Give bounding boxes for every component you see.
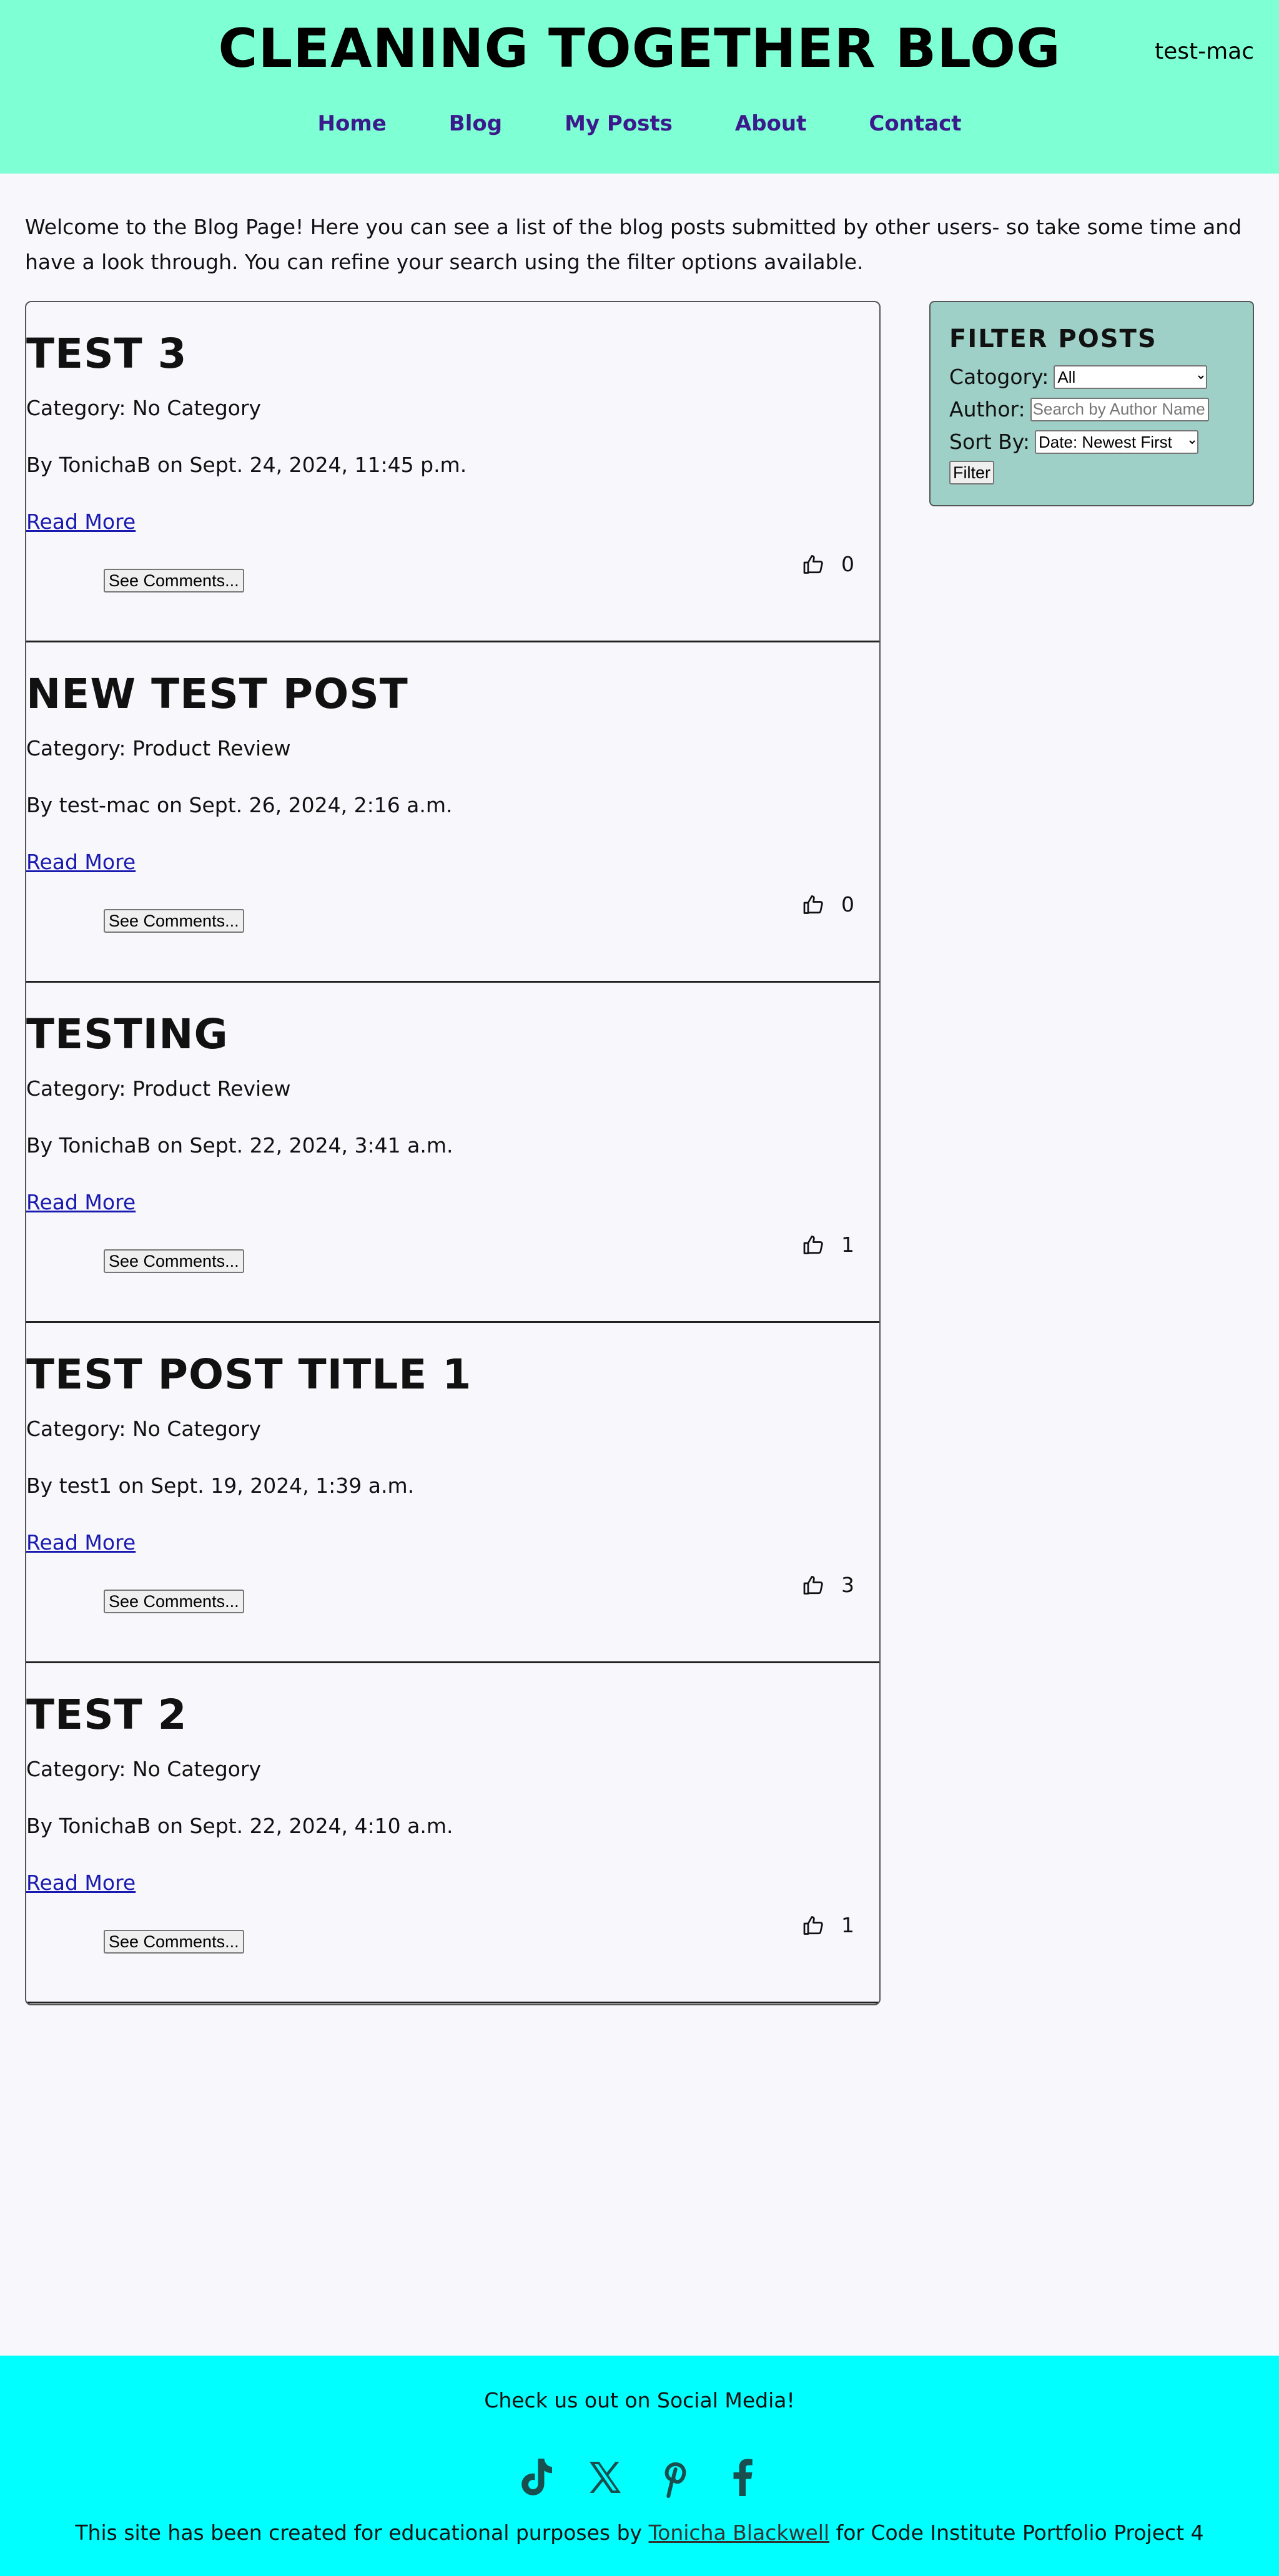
thumbs-up-icon[interactable] xyxy=(802,553,825,576)
intro-text: Welcome to the Blog Page! Here you can s… xyxy=(25,215,1242,274)
read-more-link[interactable]: Read More xyxy=(26,1530,136,1555)
category-label: Catogory: xyxy=(949,365,1049,389)
thumbs-up-icon[interactable] xyxy=(802,1574,825,1596)
post-title: TESTING xyxy=(26,1010,229,1058)
post-byline: By test1 on Sept. 19, 2024, 1:39 a.m. xyxy=(26,1473,415,1498)
site-header: CLEANING TOGETHER BLOG test-mac Home Blo… xyxy=(0,0,1279,174)
read-more-link[interactable]: Read More xyxy=(26,1871,136,1895)
post-card: TEST POST TITLE 1 Category: No Category … xyxy=(26,1323,879,1663)
filter-category-row: Catogory: All xyxy=(949,365,1208,389)
main-nav: Home Blog My Posts About Contact xyxy=(0,111,1279,136)
read-more-link[interactable]: Read More xyxy=(26,850,136,874)
credit-text-after: for Code Institute Portfolio Project 4 xyxy=(829,2520,1204,2545)
footer-credit: This site has been created for education… xyxy=(0,2520,1279,2545)
post-byline: By test-mac on Sept. 26, 2024, 2:16 a.m. xyxy=(26,793,453,817)
like-count: 3 xyxy=(841,1573,854,1597)
facebook-icon[interactable] xyxy=(724,2456,761,2499)
x-icon[interactable] xyxy=(586,2456,624,2499)
nav-my-posts[interactable]: My Posts xyxy=(565,111,673,136)
like-control[interactable]: 0 xyxy=(802,892,854,917)
credit-text-before: This site has been created for education… xyxy=(75,2520,649,2545)
thumbs-up-icon[interactable] xyxy=(802,1234,825,1256)
author-search-input[interactable] xyxy=(1030,397,1209,421)
post-byline: By TonichaB on Sept. 24, 2024, 11:45 p.m… xyxy=(26,453,467,477)
category-select[interactable]: All xyxy=(1054,365,1208,389)
see-comments-button[interactable]: See Comments... xyxy=(104,1249,244,1273)
like-control[interactable]: 1 xyxy=(802,1913,854,1937)
filter-button[interactable]: Filter xyxy=(949,461,994,484)
see-comments-button[interactable]: See Comments... xyxy=(104,1590,244,1613)
post-category: Category: No Category xyxy=(26,1417,262,1441)
like-control[interactable]: 3 xyxy=(802,1573,854,1597)
filter-title: FILTER POSTS xyxy=(949,325,1157,353)
nav-home[interactable]: Home xyxy=(317,111,386,136)
site-title: CLEANING TOGETHER BLOG xyxy=(218,17,1061,80)
sort-select[interactable]: Date: Newest First xyxy=(1035,430,1199,454)
post-title: TEST POST TITLE 1 xyxy=(26,1350,472,1399)
post-title: TEST 2 xyxy=(26,1691,187,1739)
nav-about[interactable]: About xyxy=(735,111,806,136)
site-footer: Check us out on Social Media! This site … xyxy=(0,2356,1279,2576)
post-card: TEST 3 Category: No Category By TonichaB… xyxy=(26,302,879,642)
tiktok-icon[interactable] xyxy=(518,2456,555,2499)
like-count: 0 xyxy=(841,892,854,917)
like-control[interactable]: 1 xyxy=(802,1232,854,1257)
post-byline: By TonichaB on Sept. 22, 2024, 4:10 a.m. xyxy=(26,1814,453,1838)
see-comments-button[interactable]: See Comments... xyxy=(104,909,244,933)
post-card: NEW TEST POST Category: Product Review B… xyxy=(26,642,879,983)
filter-sort-row: Sort By: Date: Newest First xyxy=(949,430,1199,454)
see-comments-button[interactable]: See Comments... xyxy=(104,569,244,592)
like-count: 1 xyxy=(841,1232,854,1257)
nav-blog[interactable]: Blog xyxy=(449,111,502,136)
post-list: TEST 3 Category: No Category By TonichaB… xyxy=(25,301,881,2005)
post-category: Category: Product Review xyxy=(26,1076,291,1101)
nav-contact[interactable]: Contact xyxy=(869,111,961,136)
post-category: Category: No Category xyxy=(26,396,262,420)
username: test-mac xyxy=(1154,39,1254,64)
post-card: TESTING Category: Product Review By Toni… xyxy=(26,983,879,1323)
sort-label: Sort By: xyxy=(949,430,1030,454)
like-count: 0 xyxy=(841,552,854,576)
see-comments-button[interactable]: See Comments... xyxy=(104,1930,244,1954)
thumbs-up-icon[interactable] xyxy=(802,893,825,916)
post-title: NEW TEST POST xyxy=(26,670,408,718)
post-category: Category: Product Review xyxy=(26,736,291,760)
post-card: TEST 2 Category: No Category By TonichaB… xyxy=(26,1663,879,2003)
filter-panel: FILTER POSTS Catogory: All Author: Sort … xyxy=(929,301,1254,506)
pinterest-icon[interactable] xyxy=(655,2456,693,2499)
post-byline: By TonichaB on Sept. 22, 2024, 3:41 a.m. xyxy=(26,1133,453,1158)
post-category: Category: No Category xyxy=(26,1757,262,1781)
post-title: TEST 3 xyxy=(26,330,187,378)
like-control[interactable]: 0 xyxy=(802,552,854,576)
read-more-link[interactable]: Read More xyxy=(26,1190,136,1214)
author-label: Author: xyxy=(949,397,1025,421)
social-links xyxy=(0,2456,1279,2499)
filter-author-row: Author: xyxy=(949,397,1209,421)
read-more-link[interactable]: Read More xyxy=(26,509,136,534)
social-heading: Check us out on Social Media! xyxy=(484,2388,795,2412)
author-link[interactable]: Tonicha Blackwell xyxy=(649,2520,830,2545)
thumbs-up-icon[interactable] xyxy=(802,1914,825,1937)
like-count: 1 xyxy=(841,1913,854,1937)
